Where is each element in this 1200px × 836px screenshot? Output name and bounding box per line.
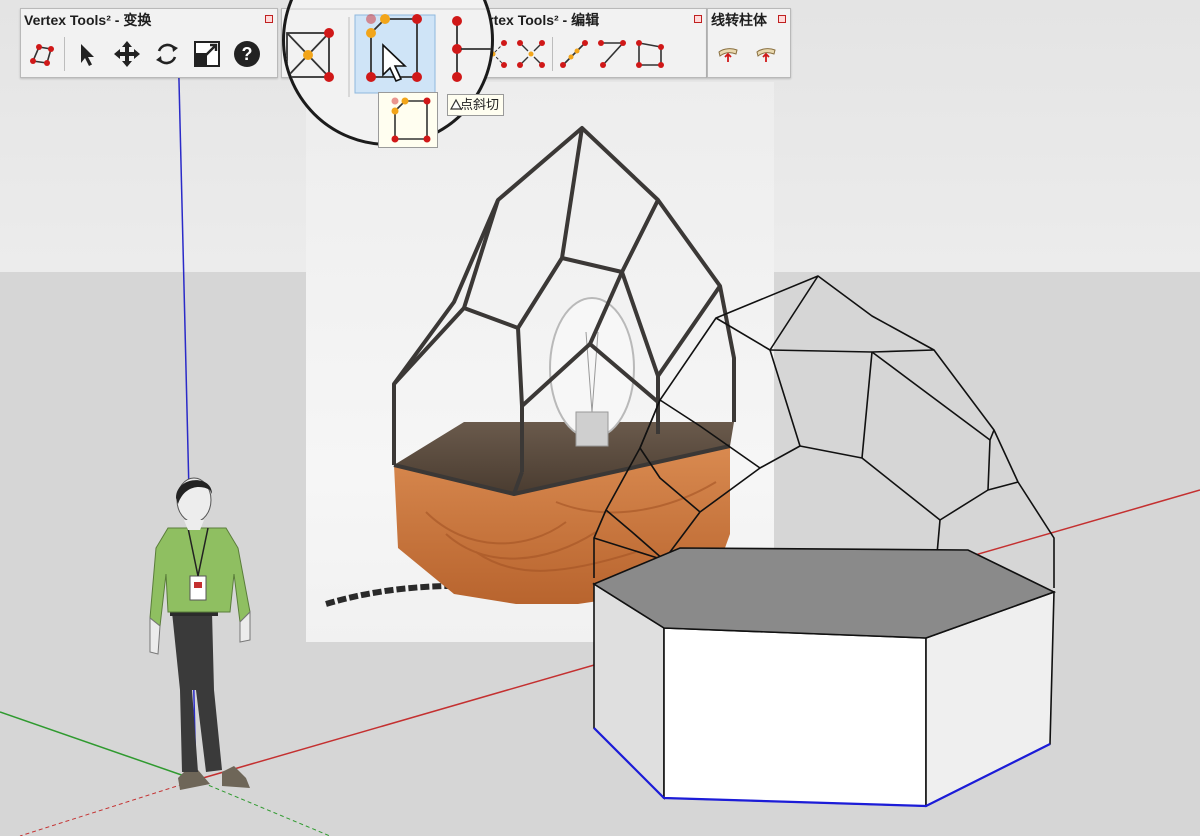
sketchup-viewport[interactable]: Vertex Tools² - 变换 ? ertex Tools² - 编辑 线… bbox=[0, 0, 1200, 836]
square-vertex-button[interactable] bbox=[631, 34, 669, 74]
cursor-arrow-icon bbox=[81, 44, 94, 66]
vertex-column-icon bbox=[452, 16, 491, 82]
rotate-button[interactable] bbox=[147, 34, 187, 74]
line-to-cylinder-alt-button[interactable] bbox=[747, 34, 785, 74]
toolbar-line-to-cylinder: 线转柱体 bbox=[707, 8, 791, 78]
angle-vertex-button[interactable] bbox=[593, 34, 631, 74]
chamfer-vertex-button[interactable] bbox=[354, 14, 436, 94]
close-icon[interactable] bbox=[694, 15, 702, 23]
toolbar-separator bbox=[64, 37, 65, 71]
chamfer-vertex-icon bbox=[391, 97, 431, 143]
hexagon-prism[interactable] bbox=[592, 547, 1057, 808]
scale-button[interactable] bbox=[187, 34, 227, 74]
square-vertex-icon bbox=[636, 40, 664, 68]
help-icon: ? bbox=[234, 41, 260, 67]
line-to-cylinder-icon bbox=[718, 48, 738, 62]
toolbar-transform: Vertex Tools² - 变换 ? bbox=[20, 8, 278, 78]
toolbar-edit-title: ertex Tools² - 编辑 bbox=[480, 12, 600, 28]
scale-icon bbox=[194, 41, 220, 67]
close-icon[interactable] bbox=[778, 15, 786, 23]
polygon-select-icon bbox=[30, 44, 54, 66]
angle-vertex-icon bbox=[598, 40, 626, 68]
vertex-gather-button[interactable] bbox=[512, 34, 550, 74]
scale-figure[interactable] bbox=[149, 477, 251, 790]
svg-text:?: ? bbox=[242, 44, 253, 64]
line-vertex-button[interactable] bbox=[555, 34, 593, 74]
vertex-center-button[interactable] bbox=[286, 28, 334, 82]
line-vertex-icon bbox=[560, 40, 588, 68]
move-arrows-icon bbox=[114, 41, 140, 67]
select-button[interactable] bbox=[67, 34, 107, 74]
rotate-icon bbox=[156, 43, 178, 65]
vertex-column-button[interactable] bbox=[452, 16, 491, 82]
close-icon[interactable] bbox=[265, 15, 273, 23]
tooltip-text: 点斜切 bbox=[460, 97, 500, 112]
vertex-center-icon bbox=[286, 28, 334, 82]
wireframe-dome[interactable] bbox=[593, 275, 1055, 589]
y-axis bbox=[0, 711, 197, 781]
model-scene[interactable] bbox=[0, 0, 1200, 836]
toolbar-separator bbox=[552, 37, 553, 71]
vertex-gather-icon bbox=[517, 40, 545, 68]
tooltip-icon-preview bbox=[378, 92, 438, 148]
line-to-cylinder-button[interactable] bbox=[709, 34, 747, 74]
move-button[interactable] bbox=[107, 34, 147, 74]
line-to-cylinder-alt-icon bbox=[756, 48, 776, 62]
toolbar-transform-title: Vertex Tools² - 变换 bbox=[24, 12, 152, 28]
toolbar-line-to-cylinder-title: 线转柱体 bbox=[711, 12, 767, 28]
help-button[interactable]: ? bbox=[227, 34, 267, 74]
polygon-select-button[interactable] bbox=[22, 34, 62, 74]
tooltip-arrow-icon bbox=[450, 98, 462, 110]
